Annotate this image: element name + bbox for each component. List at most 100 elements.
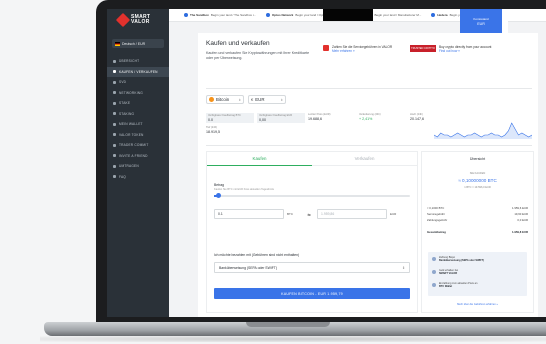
sidebar-item-label: INVITE A FRIEND (119, 153, 148, 158)
sidebar-item[interactable]: INVITE A FRIEND (107, 151, 169, 162)
stat-value: 0,00 (259, 118, 266, 122)
asset-selector: Bitcoin ⇕ € EUR ⇕ (206, 95, 286, 104)
sidebar-item-label: SVD (119, 80, 127, 85)
wallet-icon (432, 270, 436, 274)
updown-icon: ⇕ (402, 265, 405, 270)
asset-value: Bitcoin (216, 97, 230, 102)
bank-icon (432, 257, 436, 261)
euro-icon: € (251, 97, 254, 102)
sidebar-item-label: FAQ (119, 174, 126, 179)
payment-steps: Zahlung Bispo Banküberweisung (SEPA oder … (428, 252, 527, 296)
summary-row: ≈ 0,1000 BTC 1.959,6 EUR (427, 206, 528, 210)
asset-select[interactable]: Bitcoin ⇕ (206, 95, 244, 104)
stat-item: Verfügbarer Kaufbetrag EUR 0,00 (257, 113, 305, 123)
summary-total-row: Gesamtbetrag 1.959,8 EUR (427, 230, 528, 234)
sidebar-item[interactable]: STAKE (107, 98, 169, 109)
nav-icon (113, 175, 116, 179)
redaction-block (323, 9, 373, 21)
amount-slider[interactable] (214, 193, 410, 198)
payment-method-select[interactable]: Banküberweisung (SEPA oder SWIFT) ⇕ (214, 262, 410, 273)
sidebar-item[interactable]: KAUFEN / VERKAUFEN (107, 66, 169, 77)
stat-label: Veränderung (24h) (359, 113, 381, 116)
fees-link[interactable]: Mehr über die Gebühren erfahren » (422, 303, 533, 306)
step-item: Einzahlung zum aktuellen Preis an BTC Wal… (432, 282, 477, 289)
sidebar-item[interactable]: MEIN WALLET (107, 119, 169, 130)
sidebar-item[interactable]: SVD (107, 77, 169, 88)
bitcoin-icon (432, 283, 436, 287)
nav-icon (113, 133, 116, 137)
tab-title: Hedera (437, 13, 448, 17)
sidebar-item[interactable]: ÜBERSICHT (107, 56, 169, 67)
row-value: 19,60 EUR (514, 212, 528, 216)
trusted-seal: TRUSTED CRYPTO (410, 45, 436, 52)
buy-bitcoin-button[interactable]: KAUFEN BITCOIN - EUR 1.959,79 (214, 288, 410, 299)
nav-icon (113, 143, 116, 147)
sidebar-item[interactable]: STAKING (107, 109, 169, 120)
sidebar-item-label: STAKING (119, 111, 135, 116)
trade-panel: Kaufen Verkaufen Betrag Kaufen Sie BTC m… (206, 151, 418, 313)
amount-hint: Kaufen Sie BTC mit EUR ihres aktuellen T… (214, 188, 274, 191)
promo-link[interactable]: Find out how » (439, 49, 491, 53)
currency-select[interactable]: € EUR ⇕ (248, 95, 286, 104)
stat-label: Letzter Preis (EUR) (308, 113, 331, 116)
stat-value: 18.919,5 (206, 130, 220, 134)
sidebar-item[interactable]: UMTRAGEN (107, 161, 169, 172)
divider (206, 145, 532, 146)
stat-value: 19.688,6 (308, 117, 322, 121)
nav-icon (113, 112, 116, 116)
tab-favicon-icon (431, 13, 436, 17)
tab-favicon-icon (184, 13, 188, 17)
step-desc: BTC Wallet (439, 285, 453, 289)
stat-item: Veränderung (24h) + 2,41% (359, 113, 407, 123)
valor-icon (323, 45, 329, 51)
page-title: Kaufen und verkaufen (206, 40, 270, 47)
tab-sell[interactable]: Verkaufen (312, 152, 417, 166)
stat-item: Letzter Preis (EUR) 19.688,6 (308, 113, 356, 123)
row-label: ≈ 0,1000 BTC (427, 206, 445, 210)
summary-row: Zahlungsgebühr 0,0 EUR (427, 218, 528, 222)
tab-favicon-icon (265, 13, 270, 17)
row-value: 1.959,8 EUR (511, 230, 528, 234)
tab-buy[interactable]: Kaufen (207, 152, 312, 166)
balance-button[interactable]: Kontostand EUR (460, 9, 502, 33)
sidebar-item[interactable]: NETWORKING (107, 88, 169, 99)
app-logo[interactable]: SMART VALOR (115, 12, 150, 28)
summary-title: Übersicht (469, 157, 486, 161)
amount-label: Betrag (214, 183, 224, 187)
sidebar-item[interactable]: VALOR TOKEN (107, 130, 169, 141)
slider-handle[interactable] (215, 193, 221, 198)
nav-icon (113, 91, 116, 95)
nav-icon (113, 101, 116, 105)
language-selector[interactable]: Deutsch / EUR (112, 39, 164, 48)
btc-amount-input[interactable]: 0.1 (214, 209, 284, 219)
tab-desc: Begin your land / The Sandbox i... (210, 13, 256, 17)
laptop-screen: SMART VALOR Deutsch / EUR ÜBERSICHT KAUFE… (107, 9, 546, 317)
tab-desc: Begin your land / Manufacturer M... (374, 13, 422, 17)
summary-receive-label: SIE KAUFEN (469, 172, 486, 175)
browser-tab[interactable]: The Sandbox Begin your land / The Sandbox… (179, 13, 261, 17)
sidebar-item-label: VALOR TOKEN (119, 132, 144, 137)
sidebar-item[interactable]: TRADER COMMIT (107, 140, 169, 151)
stat-low: Tief (24h) 18.919,5 (206, 126, 254, 134)
step-item: Zahlung Bispo Banküberweisung (SEPA oder … (432, 256, 484, 263)
swap-icon[interactable]: ⇆ (304, 212, 314, 217)
sidebar-item-label: STAKE (119, 101, 131, 106)
promo-link[interactable]: Mehr erfahren » (332, 49, 392, 53)
divider (206, 88, 532, 89)
nav-icon (113, 59, 116, 63)
eur-amount-input[interactable]: 1.959,86 (317, 209, 387, 219)
sidebar-item-label: MEIN WALLET (119, 122, 143, 127)
language-label: Deutsch / EUR (122, 41, 146, 46)
sidebar-nav: ÜBERSICHT KAUFEN / VERKAUFEN SVD NETWORKING… (107, 56, 169, 182)
promo-card-trusted[interactable]: TRUSTED CRYPTO Buy crypto directly from … (410, 45, 530, 53)
summary-row: Servicegebühr 19,60 EUR (427, 212, 528, 216)
nav-icon (113, 70, 116, 74)
currency-value: EUR (255, 97, 265, 102)
stat-label: Verfügbarer Kaufbetrag BTC (208, 114, 241, 117)
btc-unit: BTC (287, 212, 293, 216)
stat-value: + 2,41% (359, 117, 373, 121)
sidebar-item[interactable]: FAQ (107, 172, 169, 183)
laptop-shadow (40, 336, 546, 342)
sidebar-item-label: NETWORKING (119, 90, 143, 95)
promo-card-valor[interactable]: Zahlen Sie die Servicegebühren in VALOR … (323, 45, 403, 53)
